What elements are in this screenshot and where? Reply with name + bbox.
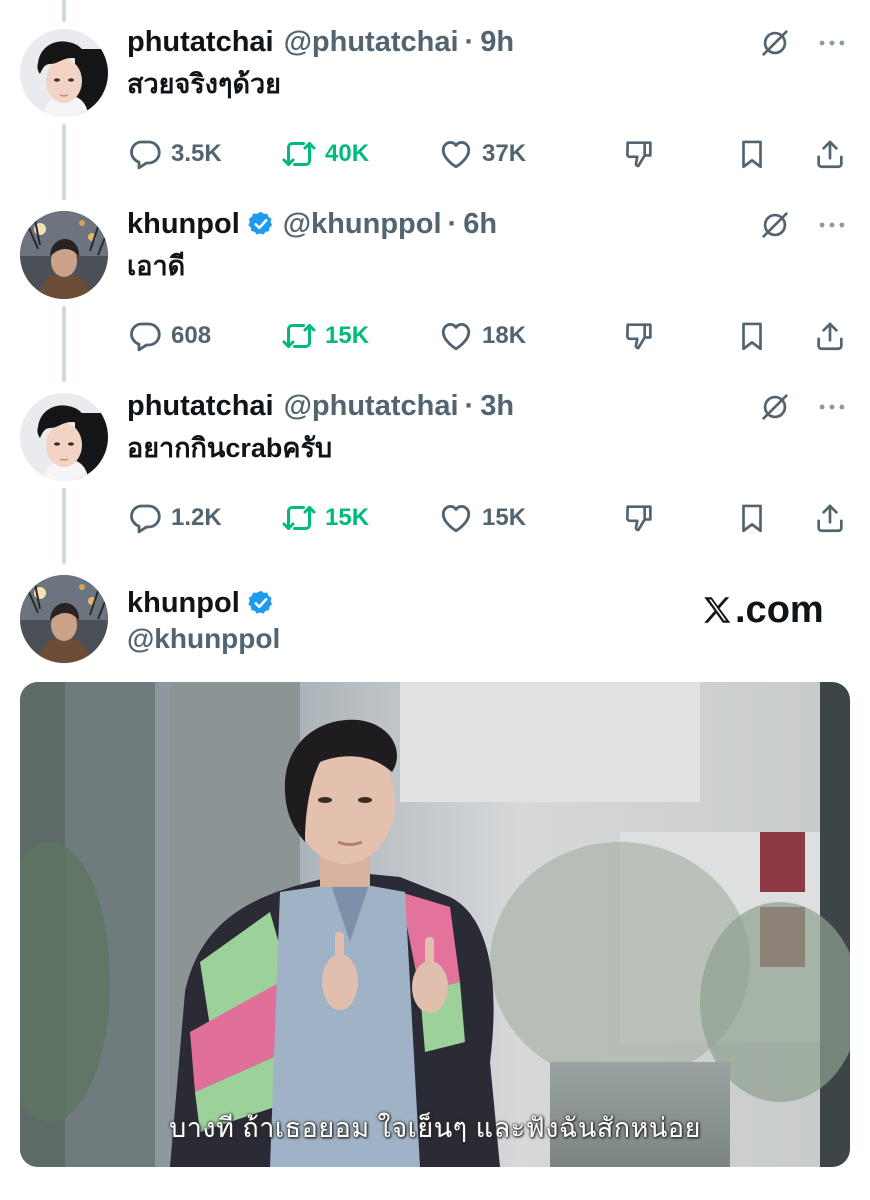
display-name[interactable]: khunpol xyxy=(127,587,240,620)
display-name[interactable]: phutatchai xyxy=(127,22,274,62)
thread-line xyxy=(62,306,66,382)
tweet-header: phutatchai @phutatchai · 9h xyxy=(127,22,514,62)
like-icon xyxy=(438,136,474,172)
dislike-icon xyxy=(622,319,656,353)
reply-count: 608 xyxy=(171,322,212,349)
user-handle[interactable]: @khunppol xyxy=(127,619,280,659)
like-count: 37K xyxy=(482,140,527,167)
x-com-watermark: .com xyxy=(700,588,824,632)
share-icon xyxy=(813,501,847,535)
dislike-button[interactable] xyxy=(621,316,657,356)
separator-dot: · xyxy=(464,26,475,58)
verified-badge-icon xyxy=(247,589,275,617)
tweet-header: phutatchai @phutatchai · 3h xyxy=(127,386,514,426)
user-handle[interactable]: @khunppol xyxy=(283,204,442,244)
reply-button[interactable]: 3.5K xyxy=(127,134,222,174)
grok-icon[interactable] xyxy=(758,390,792,424)
more-icon[interactable] xyxy=(815,26,849,60)
repost-icon xyxy=(281,318,317,354)
timestamp[interactable]: 6h xyxy=(463,204,497,244)
tweet-header: khunpol @khunppol · 6h xyxy=(127,204,497,244)
action-bar: 1.2K 15K 15K xyxy=(127,498,857,538)
avatar[interactable] xyxy=(20,211,108,299)
like-button[interactable]: 37K xyxy=(438,134,526,174)
bookmark-button[interactable] xyxy=(734,498,770,538)
like-button[interactable]: 18K xyxy=(438,316,526,356)
user-handle[interactable]: @phutatchai xyxy=(284,22,459,62)
dislike-button[interactable] xyxy=(621,134,657,174)
dislike-button[interactable] xyxy=(621,498,657,538)
like-button[interactable]: 15K xyxy=(438,498,526,538)
bookmark-icon xyxy=(735,319,769,353)
separator-dot: · xyxy=(464,390,475,422)
media-photo xyxy=(20,682,850,1167)
repost-icon xyxy=(281,136,317,172)
repost-count: 40K xyxy=(325,140,370,167)
avatar[interactable] xyxy=(20,393,108,481)
more-icon[interactable] xyxy=(815,390,849,424)
repost-count: 15K xyxy=(325,504,370,531)
share-icon xyxy=(813,137,847,171)
watermark-text: .com xyxy=(735,588,824,631)
grok-icon[interactable] xyxy=(758,26,792,60)
share-icon xyxy=(813,319,847,353)
reply-icon xyxy=(127,500,163,536)
x-logo-icon xyxy=(704,597,731,623)
like-icon xyxy=(438,318,474,354)
like-icon xyxy=(438,500,474,536)
user-handle[interactable]: @phutatchai xyxy=(284,386,459,426)
dislike-icon xyxy=(622,137,656,171)
bookmark-button[interactable] xyxy=(734,134,770,174)
tweet-media-image[interactable]: บางที ถ้าเธอยอม ใจเย็นๆ และฟังฉันสักหน่อ… xyxy=(20,682,850,1167)
reply-count: 1.2K xyxy=(171,504,222,531)
video-subtitle: บางที ถ้าเธอยอม ใจเย็นๆ และฟังฉันสักหน่อ… xyxy=(169,1113,701,1143)
tweet-text: อยากกินcrabครับ xyxy=(127,433,333,463)
separator-dot: · xyxy=(447,208,458,240)
reply-icon xyxy=(127,136,163,172)
repost-button[interactable]: 15K xyxy=(281,498,369,538)
action-bar: 608 15K 18K xyxy=(127,316,857,356)
share-button[interactable] xyxy=(812,134,848,174)
avatar[interactable] xyxy=(20,575,108,663)
thread-line xyxy=(62,488,66,564)
reply-button[interactable]: 608 xyxy=(127,316,211,356)
repost-button[interactable]: 15K xyxy=(281,316,369,356)
thread-line xyxy=(62,124,66,200)
thread-line xyxy=(62,0,66,22)
avatar[interactable] xyxy=(20,29,108,117)
reply-count: 3.5K xyxy=(171,140,222,167)
display-name[interactable]: phutatchai xyxy=(127,386,274,426)
share-button[interactable] xyxy=(812,498,848,538)
verified-badge-icon xyxy=(247,210,275,238)
more-icon[interactable] xyxy=(815,208,849,242)
timestamp[interactable]: 9h xyxy=(480,22,514,62)
repost-icon xyxy=(281,500,317,536)
tweet-text: เอาดี xyxy=(127,251,186,281)
final-author: khunpol xyxy=(127,583,281,623)
reply-button[interactable]: 1.2K xyxy=(127,498,222,538)
like-count: 15K xyxy=(482,504,527,531)
bookmark-icon xyxy=(735,501,769,535)
tweet-text: สวยจริงๆด้วย xyxy=(127,69,281,99)
reply-icon xyxy=(127,318,163,354)
repost-button[interactable]: 40K xyxy=(281,134,369,174)
bookmark-button[interactable] xyxy=(734,316,770,356)
share-button[interactable] xyxy=(812,316,848,356)
bookmark-icon xyxy=(735,137,769,171)
dislike-icon xyxy=(622,501,656,535)
timestamp[interactable]: 3h xyxy=(480,386,514,426)
grok-icon[interactable] xyxy=(758,208,792,242)
action-bar: 3.5K 40K 37K xyxy=(127,134,857,174)
like-count: 18K xyxy=(482,322,527,349)
repost-count: 15K xyxy=(325,322,370,349)
display-name[interactable]: khunpol xyxy=(127,204,240,244)
